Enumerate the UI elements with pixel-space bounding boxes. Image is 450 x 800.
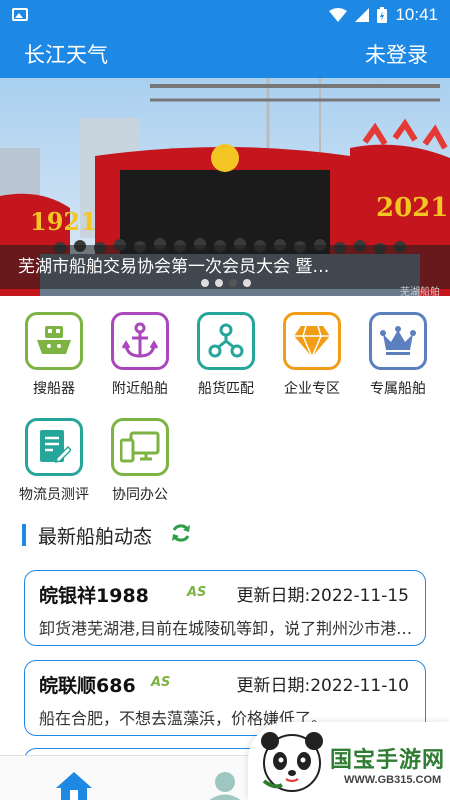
promo-watermark: 国宝手游网 WWW.GB315.COM <box>248 722 450 800</box>
feature-label: 协同办公 <box>112 487 168 503</box>
feature-label: 附近船舶 <box>112 381 168 397</box>
app-title: 长江天气 <box>24 43 108 67</box>
crown-icon <box>380 326 416 355</box>
wifi-icon <box>329 8 348 22</box>
update-date: 更新日期:2022-11-10 <box>236 676 409 696</box>
status-bar: 10:41 <box>0 0 450 30</box>
feature-nearby-ships[interactable]: 附近船舶 <box>98 312 182 398</box>
feature-tile <box>369 312 427 370</box>
section-title: 最新船舶动态 <box>38 525 153 548</box>
feature-tile <box>111 418 169 476</box>
promo-domain: WWW.GB315.COM <box>344 774 442 786</box>
banner-year-right: 2021 <box>376 193 448 223</box>
carousel-indicator <box>0 279 450 289</box>
panda-icon <box>260 727 324 799</box>
feature-ship-search[interactable]: 搜船器 <box>12 312 96 398</box>
section-header: 最新船舶动态 <box>22 520 192 550</box>
carousel-dot[interactable] <box>215 279 223 287</box>
battery-charging-icon <box>377 7 388 23</box>
clock: 10:41 <box>395 5 438 24</box>
feature-collaborative-office[interactable]: 协同办公 <box>98 418 182 504</box>
devices-icon <box>120 431 160 463</box>
feature-label: 物流员测评 <box>19 487 89 503</box>
feature-tile <box>25 418 83 476</box>
banner-watermark: 芜湖船舶 <box>400 287 440 298</box>
feature-label: 船货匹配 <box>198 381 254 397</box>
carousel-dot[interactable] <box>201 279 209 287</box>
feature-tile <box>197 312 255 370</box>
anchor-icon <box>122 322 158 358</box>
diamond-icon <box>294 325 330 358</box>
promo-brand: 国宝手游网 <box>330 748 446 773</box>
feature-label: 专属船舶 <box>370 381 426 397</box>
feature-tile <box>25 312 83 370</box>
ais-badge: AS <box>187 585 207 600</box>
image-icon <box>12 8 28 21</box>
home-icon[interactable] <box>54 770 94 800</box>
feature-tile <box>111 312 169 370</box>
carousel-dot-active[interactable] <box>229 279 237 287</box>
feature-tile <box>283 312 341 370</box>
login-button[interactable]: 未登录 <box>365 39 428 69</box>
user-icon[interactable] <box>208 770 242 800</box>
refresh-icon[interactable] <box>170 522 192 548</box>
network-nodes-icon <box>208 323 244 358</box>
document-edit-icon <box>40 430 71 464</box>
ship-update-card[interactable]: 皖银祥1988 AS 更新日期:2022-11-15 卸货港芜湖港,目前在城陵矶… <box>24 570 426 646</box>
feature-label: 企业专区 <box>284 381 340 397</box>
signal-icon <box>355 8 370 22</box>
ship-name: 皖银祥1988 <box>39 585 149 607</box>
banner-year-left: 1921 <box>30 207 97 236</box>
feature-label: 搜船器 <box>33 381 75 397</box>
update-date: 更新日期:2022-11-15 <box>236 586 409 606</box>
feature-cargo-match[interactable]: 船货匹配 <box>184 312 268 398</box>
feature-logistics-assessment[interactable]: 物流员测评 <box>12 418 96 504</box>
ais-badge: AS <box>151 675 171 690</box>
feature-enterprise-zone[interactable]: 企业专区 <box>270 312 354 398</box>
ship-name: 皖联顺686 <box>39 675 136 697</box>
ship-description: 卸货港芜湖港,目前在城陵矶等卸，说了荆州沙市港卸货 <box>39 619 417 638</box>
carousel-dot[interactable] <box>243 279 251 287</box>
app-bar: 长江天气 未登录 <box>0 30 450 78</box>
feature-exclusive-ships[interactable]: 专属船舶 <box>356 312 440 398</box>
status-icons: 10:41 <box>329 0 438 30</box>
ship-icon <box>37 326 71 354</box>
section-accent-bar <box>22 524 26 546</box>
